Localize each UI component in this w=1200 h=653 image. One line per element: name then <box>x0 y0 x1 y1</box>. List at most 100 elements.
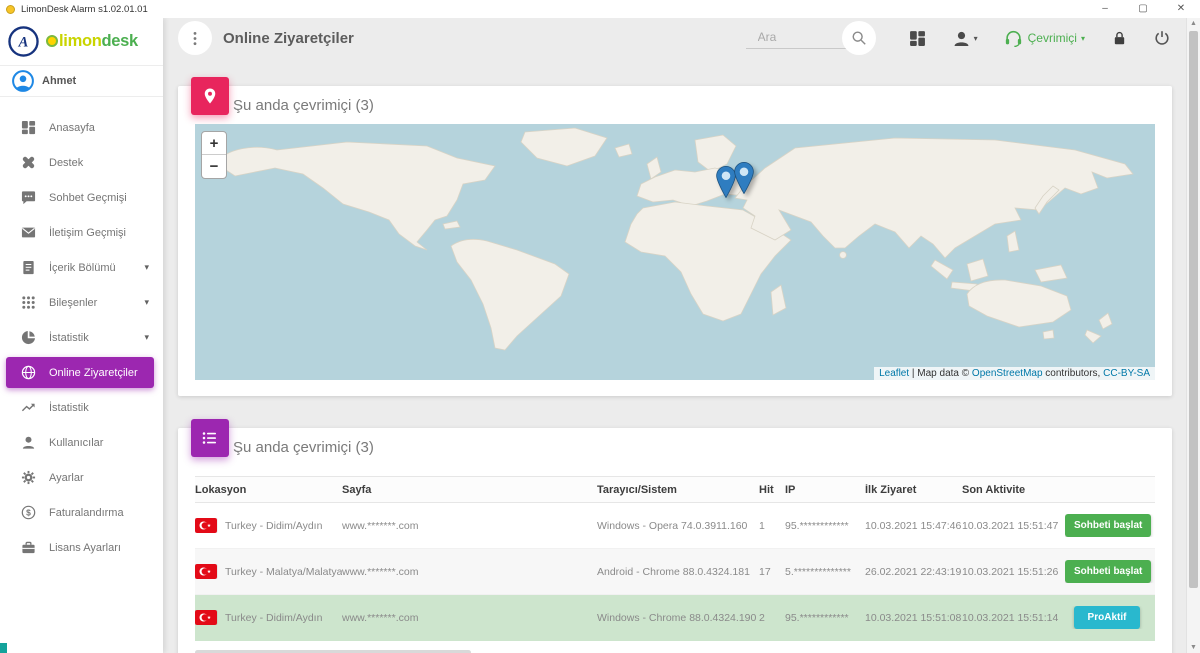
app-icon <box>6 5 15 14</box>
sidebar-item-iletisim-gecmisi[interactable]: İletişim Geçmişi <box>0 215 163 250</box>
sidebar-item-istatistik[interactable]: İstatistik▾ <box>0 320 163 355</box>
visitor-ip: 95.************ <box>785 520 865 532</box>
table-row: Turkey - Didim/Aydınwww.*******.comWindo… <box>195 595 1155 641</box>
sidebar-item-label: İstatistik <box>49 332 89 344</box>
sidebar-item-bilesenler[interactable]: Bileşenler▾ <box>0 285 163 320</box>
start-chat-button[interactable]: Sohbeti başlat <box>1065 560 1151 583</box>
sidebar-item-faturalandirma[interactable]: $ Faturalandırma <box>0 495 163 530</box>
lock-button[interactable] <box>1112 30 1127 46</box>
map-marker[interactable] <box>716 166 736 198</box>
sidebar-item-label: Kullanıcılar <box>49 437 103 449</box>
visitor-browser: Windows - Opera 74.0.3911.160 <box>597 520 759 532</box>
turkey-flag-icon <box>195 610 217 625</box>
sidebar-item-label: Anasayfa <box>49 122 95 134</box>
map-marker[interactable] <box>734 162 754 194</box>
world-map[interactable]: + − Leaflet | Map data © OpenStreetMap c… <box>195 124 1155 380</box>
topbar: Online Ziyaretçiler <box>163 18 1186 58</box>
brand: A limondesk <box>0 18 163 66</box>
close-button[interactable]: ✕ <box>1162 0 1200 18</box>
visitor-first-visit: 26.02.2021 22:43:19 <box>865 566 962 578</box>
scroll-down-arrow[interactable]: ▼ <box>1187 644 1200 651</box>
sidebar-item-lisans-ayarlari[interactable]: Lisans Ayarları <box>0 530 163 565</box>
visitor-location: Turkey - Didim/Aydın <box>225 612 322 624</box>
column-header: Hit <box>759 484 785 496</box>
sidebar-item-istatistik-2[interactable]: İstatistik <box>0 390 163 425</box>
sidebar-item-label: İstatistik <box>49 402 89 414</box>
user-row[interactable]: Ahmet <box>0 66 163 97</box>
column-header: Lokasyon <box>195 484 342 496</box>
person-icon <box>20 435 36 451</box>
sidebar-item-label: İletişim Geçmişi <box>49 227 126 239</box>
page-menu-button[interactable] <box>178 21 212 55</box>
svg-text:A: A <box>18 34 29 50</box>
chat-icon <box>20 190 36 206</box>
table-header: LokasyonSayfaTarayıcı/SistemHitIPİlk Ziy… <box>195 476 1155 503</box>
vertical-scrollbar-thumb[interactable] <box>1189 31 1198 588</box>
visitor-hit: 1 <box>759 520 785 532</box>
mail-icon <box>20 225 36 241</box>
kebab-icon <box>193 31 197 46</box>
sidebar-menu: Anasayfa DestekSohbet Geçmişi İletişim Geç… <box>0 97 163 565</box>
visitor-page: www.*******.com <box>342 566 597 578</box>
visitor-last-activity: 10.03.2021 15:51:47 <box>962 520 1065 532</box>
leaflet-link[interactable]: Leaflet <box>879 368 909 379</box>
turkey-flag-icon <box>195 518 217 533</box>
sidebar-item-anasayfa[interactable]: Anasayfa <box>0 110 163 145</box>
sidebar-item-online-ziyaretciler[interactable]: Online Ziyaretçiler <box>6 357 154 388</box>
online-status-label: Çevrimiçi <box>1028 31 1077 45</box>
sidebar-item-label: Lisans Ayarları <box>49 542 121 554</box>
zoom-out-button[interactable]: − <box>202 155 226 178</box>
page-title: Online Ziyaretçiler <box>223 30 354 47</box>
maximize-button[interactable]: ▢ <box>1124 0 1162 18</box>
column-header: IP <box>785 484 865 496</box>
sidebar-item-kullanicilar[interactable]: Kullanıcılar <box>0 425 163 460</box>
company-logo-icon: A <box>8 26 39 57</box>
gear-icon <box>20 470 36 486</box>
svg-text:$: $ <box>26 508 31 518</box>
visitor-page: www.*******.com <box>342 612 597 624</box>
visitor-first-visit: 10.03.2021 15:47:46 <box>865 520 962 532</box>
sidebar-item-icerik-bolumu[interactable]: İçerik Bölümü▾ <box>0 250 163 285</box>
sidebar-item-ayarlar[interactable]: Ayarlar <box>0 460 163 495</box>
world-map-svg <box>195 124 1155 380</box>
proactive-button[interactable]: ProAktif <box>1074 606 1141 629</box>
visitors-card: Şu anda çevrimiçi (3) LokasyonSayfaTaray… <box>178 428 1172 653</box>
search-button[interactable] <box>842 21 876 55</box>
visitor-page: www.*******.com <box>342 520 597 532</box>
window-corner-accent <box>0 643 7 653</box>
column-header: Son Aktivite <box>962 484 1065 496</box>
license-link[interactable]: CC-BY-SA <box>1103 368 1150 379</box>
brand-wordmark: limondesk <box>46 32 138 51</box>
sidebar-item-label: İçerik Bölümü <box>49 262 116 274</box>
sidebar-item-destek[interactable]: Destek <box>0 145 163 180</box>
apps-grid-icon <box>909 30 926 47</box>
visitor-last-activity: 10.03.2021 15:51:14 <box>962 612 1065 624</box>
map-card: Şu anda çevrimiçi (3) <box>178 86 1172 396</box>
start-chat-button[interactable]: Sohbeti başlat <box>1065 514 1151 537</box>
map-attribution: Leaflet | Map data © OpenStreetMap contr… <box>874 367 1155 380</box>
power-button[interactable] <box>1154 30 1170 46</box>
account-menu[interactable]: ▾ <box>953 30 978 47</box>
vertical-scrollbar[interactable]: ▲ ▼ <box>1186 18 1200 653</box>
power-icon <box>1154 30 1170 46</box>
osm-link[interactable]: OpenStreetMap <box>972 368 1043 379</box>
sidebar-item-sohbet-gecmisi[interactable]: Sohbet Geçmişi <box>0 180 163 215</box>
table-row: Turkey - Malatya/Malatyawww.*******.comA… <box>195 549 1155 595</box>
sidebar-item-label: Online Ziyaretçiler <box>49 367 138 379</box>
chevron-down-icon: ▾ <box>1081 34 1085 43</box>
window-title: LimonDesk Alarm s1.02.01.01 <box>21 4 148 15</box>
scroll-up-arrow[interactable]: ▲ <box>1187 20 1200 27</box>
online-status-menu[interactable]: Çevrimiçi ▾ <box>1005 30 1085 47</box>
chevron-down-icon: ▾ <box>974 34 978 43</box>
user-name: Ahmet <box>42 75 76 87</box>
visitor-first-visit: 10.03.2021 15:51:08 <box>865 612 962 624</box>
map-card-badge <box>191 77 229 115</box>
minimize-button[interactable]: – <box>1086 0 1124 18</box>
support-icon <box>20 155 36 171</box>
visitor-location: Turkey - Malatya/Malatya <box>225 566 342 578</box>
avatar <box>12 70 34 92</box>
lock-icon <box>1112 30 1127 46</box>
sidebar-item-label: Faturalandırma <box>49 507 124 519</box>
apps-button[interactable] <box>909 30 926 47</box>
zoom-in-button[interactable]: + <box>202 132 226 155</box>
